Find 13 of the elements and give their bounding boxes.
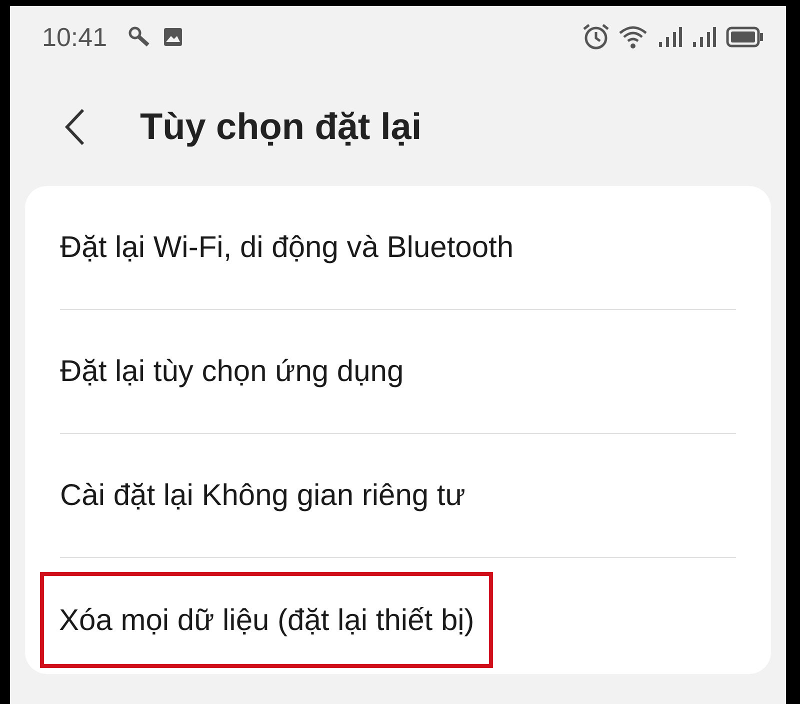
page-title: Tùy chọn đặt lại — [140, 105, 422, 150]
battery-icon — [726, 26, 764, 48]
image-icon — [163, 27, 184, 47]
back-icon — [64, 108, 86, 146]
signal-icon — [658, 25, 684, 49]
reset-option[interactable]: Cài đặt lại Không gian riêng tư — [60, 434, 466, 557]
wifi-icon — [618, 24, 648, 50]
signal-icon — [692, 25, 718, 49]
alarm-icon — [582, 23, 610, 51]
reset-option[interactable]: Xóa mọi dữ liệu (đặt lại thiết bị) — [40, 572, 494, 668]
reset-option[interactable]: Đặt lại tùy chọn ứng dụng — [60, 310, 404, 433]
reset-option[interactable]: Đặt lại Wi-Fi, di động và Bluetooth — [60, 186, 514, 309]
status-time: 10:41 — [42, 20, 108, 54]
